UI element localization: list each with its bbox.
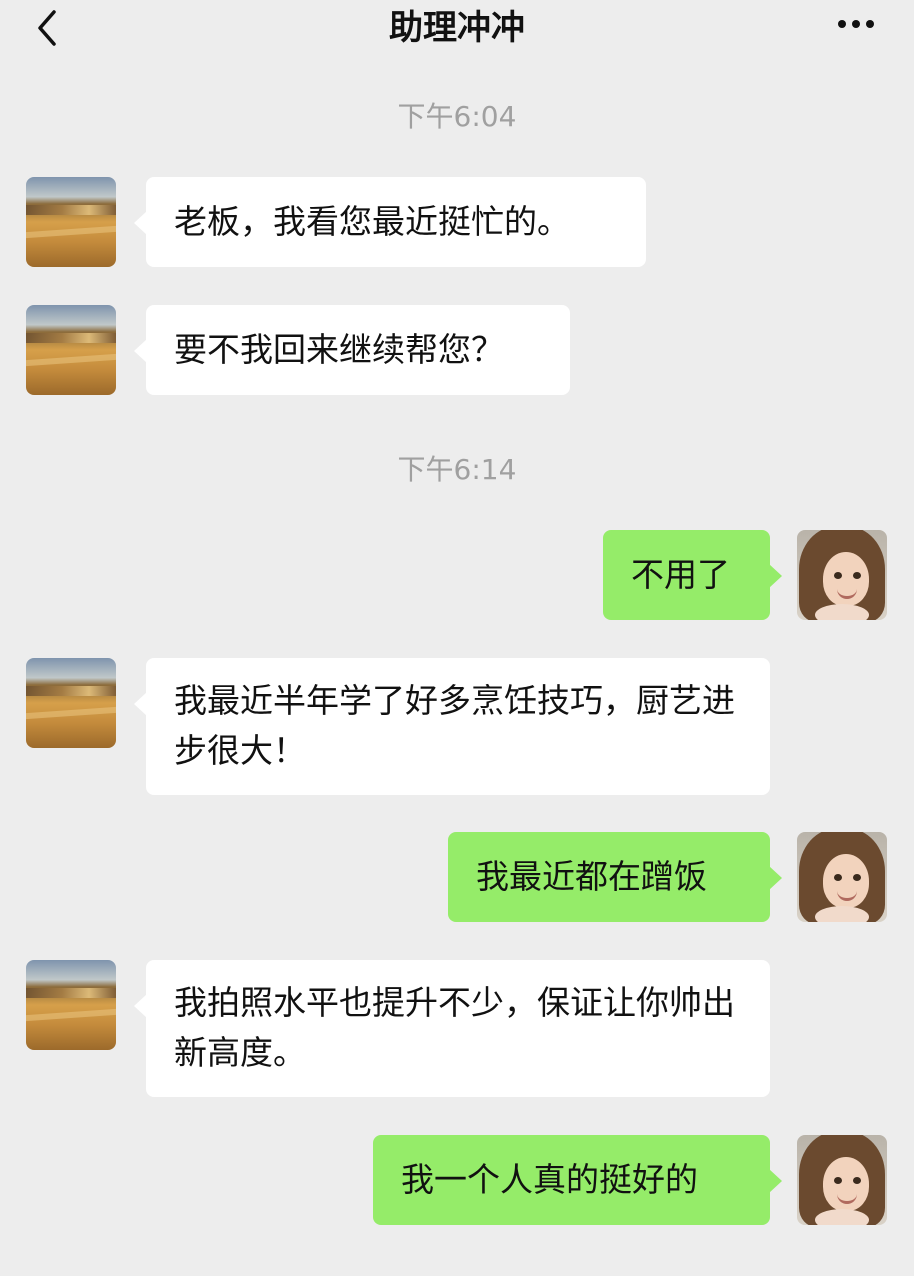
- message-bubble-received[interactable]: 我拍照水平也提升不少，保证让你帅出新高度。: [134, 960, 770, 1097]
- message-bubble-sent[interactable]: 不用了: [603, 530, 782, 620]
- message-bubble-sent[interactable]: 我一个人真的挺好的: [373, 1135, 782, 1225]
- message-text: 我拍照水平也提升不少，保证让你帅出新高度。: [174, 983, 735, 1072]
- message-bubble-received[interactable]: 老板，我看您最近挺忙的。: [134, 177, 646, 267]
- message-text: 我一个人真的挺好的: [401, 1160, 698, 1199]
- chat-title: 助理冲冲: [389, 8, 525, 48]
- contact-avatar[interactable]: [26, 177, 116, 267]
- message-text: 我最近都在蹭饭: [476, 857, 707, 896]
- user-avatar[interactable]: [797, 1135, 887, 1225]
- contact-avatar[interactable]: [26, 960, 116, 1050]
- timestamp: 下午6:04: [397, 100, 517, 133]
- message-text: 不用了: [631, 555, 730, 594]
- contact-avatar[interactable]: [26, 305, 116, 395]
- message-bubble-received[interactable]: 我最近半年学了好多烹饪技巧，厨艺进步很大！: [134, 658, 770, 795]
- message-text: 老板，我看您最近挺忙的。: [174, 202, 570, 241]
- more-dots-icon[interactable]: [838, 20, 874, 28]
- top-bar: 助理冲冲: [0, 0, 914, 64]
- message-text: 我最近半年学了好多烹饪技巧，厨艺进步很大！: [174, 681, 735, 770]
- timestamp: 下午6:14: [397, 453, 517, 486]
- contact-avatar[interactable]: [26, 658, 116, 748]
- user-avatar[interactable]: [797, 832, 887, 922]
- message-text: 要不我回来继续帮您？: [174, 330, 504, 369]
- message-bubble-received[interactable]: 要不我回来继续帮您？: [134, 305, 570, 395]
- user-avatar[interactable]: [797, 530, 887, 620]
- message-bubble-sent[interactable]: 我最近都在蹭饭: [448, 832, 782, 922]
